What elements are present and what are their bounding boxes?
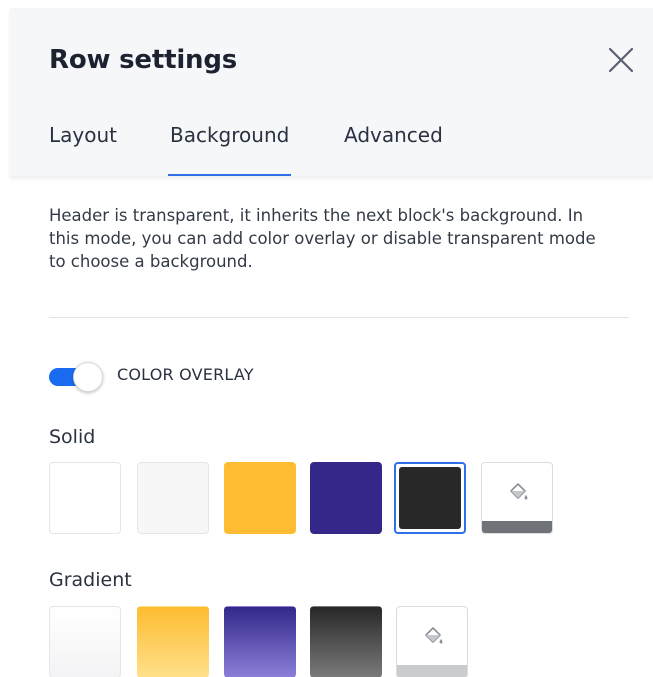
solid-swatch-light-gray[interactable] bbox=[137, 462, 209, 534]
close-icon[interactable] bbox=[605, 44, 637, 76]
solid-swatch-yellow[interactable] bbox=[224, 462, 296, 534]
custom-color-preview-bar bbox=[397, 665, 467, 677]
gradient-swatch-indigo[interactable] bbox=[224, 606, 296, 677]
selected-swatch-fill bbox=[399, 467, 461, 529]
tab-bar: Layout Background Advanced bbox=[10, 118, 653, 176]
row-settings-panel: Row settings Layout Background Advanced … bbox=[10, 8, 653, 677]
color-overlay-label: COLOR OVERLAY bbox=[117, 365, 254, 384]
gradient-swatch-white[interactable] bbox=[49, 606, 121, 677]
color-overlay-toggle[interactable] bbox=[49, 362, 103, 392]
solid-swatch-indigo[interactable] bbox=[310, 462, 382, 534]
toggle-knob bbox=[73, 362, 103, 392]
gradient-swatch-black[interactable] bbox=[310, 606, 382, 677]
gradient-custom-color-button[interactable] bbox=[396, 606, 468, 677]
paint-bucket-icon bbox=[425, 627, 443, 644]
paint-bucket-icon bbox=[510, 483, 528, 500]
tab-layout[interactable]: Layout bbox=[49, 120, 117, 172]
gradient-swatch-yellow[interactable] bbox=[137, 606, 209, 677]
panel-header: Row settings Layout Background Advanced bbox=[10, 8, 653, 176]
tab-advanced[interactable]: Advanced bbox=[344, 120, 443, 172]
tab-background[interactable]: Background bbox=[167, 120, 292, 176]
panel-title: Row settings bbox=[49, 45, 238, 75]
solid-swatch-white[interactable] bbox=[49, 462, 121, 534]
solid-label: Solid bbox=[49, 426, 96, 448]
solid-swatch-black[interactable] bbox=[394, 462, 466, 534]
custom-color-preview-bar bbox=[482, 521, 552, 533]
divider bbox=[49, 317, 629, 318]
transparency-description: Header is transparent, it inherits the n… bbox=[49, 206, 596, 271]
solid-custom-color-button[interactable] bbox=[481, 462, 553, 534]
gradient-label: Gradient bbox=[49, 569, 132, 591]
